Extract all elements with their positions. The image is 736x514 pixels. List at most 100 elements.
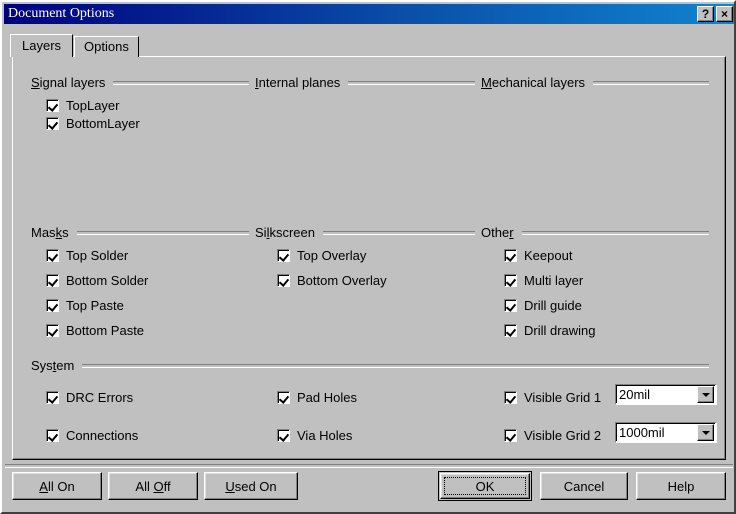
accel-used-on: U [225,479,234,494]
checkbox-label-connections: Connections [66,428,138,443]
group-rule-internal-planes [348,81,475,85]
group-header-system: System [31,359,709,373]
checkbox-pad-holes[interactable]: Pad Holes [277,390,357,405]
checkbox-box-bottom-paste[interactable] [46,324,59,337]
accel-mechanical-layers: M [481,75,492,90]
group-header-signal-layers: Signal layers [31,76,249,90]
tab-layers[interactable]: Layers [10,34,73,57]
checkbox-top-paste[interactable]: Top Paste [46,298,124,313]
title-bar[interactable]: Document Options ? × [4,4,736,24]
footer-separator [5,464,733,468]
checkbox-label-visible-grid-2: Visible Grid 2 [524,428,601,443]
checkbox-box-top-paste[interactable] [46,299,59,312]
checkbox-label-via-holes: Via Holes [297,428,352,443]
checkbox-box-toplayer[interactable] [46,99,59,112]
checkbox-box-visible-grid-2[interactable] [504,429,517,442]
checkbox-box-drill-drawing[interactable] [504,324,517,337]
checkbox-bottomlayer[interactable]: BottomLayer [46,116,140,131]
checkbox-box-bottom-solder[interactable] [46,274,59,287]
checkbox-drill-guide[interactable]: Drill guide [504,298,582,313]
checkbox-label-top-solder: Top Solder [66,248,128,263]
checkbox-box-top-overlay[interactable] [277,249,290,262]
checkbox-keepout[interactable]: Keepout [504,248,572,263]
visible-grid-2-combobox[interactable]: 1000mil [615,422,717,443]
group-rule-silkscreen [323,231,475,235]
group-label-system-pre: Sys [31,358,53,373]
checkbox-label-top-overlay: Top Overlay [297,248,366,263]
group-rule-signal-layers [113,81,249,85]
help-button[interactable]: Help [636,472,726,500]
checkbox-top-overlay[interactable]: Top Overlay [277,248,366,263]
checkbox-box-top-solder[interactable] [46,249,59,262]
checkbox-bottom-solder[interactable]: Bottom Solder [46,273,148,288]
group-label-silkscreen-pre: Si [255,225,267,240]
checkbox-drc-errors[interactable]: DRC Errors [46,390,133,405]
ok-button[interactable]: OK [438,471,532,501]
checkbox-box-pad-holes[interactable] [277,391,290,404]
group-rule-mechanical-layers [593,81,709,85]
focus-ring [444,477,526,495]
group-header-masks: Masks [31,226,249,240]
layers-tab-panel: Signal layers Internal planes Mechanical… [12,56,726,460]
group-rule-other [522,231,709,235]
accel-all-on: A [39,479,48,494]
chevron-down-icon [702,431,710,435]
all-on-button[interactable]: All On [12,472,102,500]
checkbox-label-drill-guide: Drill guide [524,298,582,313]
checkbox-label-visible-grid-1: Visible Grid 1 [524,390,601,405]
all-off-button[interactable]: All Off [108,472,198,500]
checkbox-via-holes[interactable]: Via Holes [277,428,352,443]
all-on-label: ll On [48,479,75,494]
checkbox-label-bottomlayer: BottomLayer [66,116,140,131]
visible-grid-1-dropdown-button[interactable] [697,386,714,403]
group-label-signal-layers: ignal layers [40,75,106,90]
accel-other: r [509,225,513,240]
group-label-system-post: em [56,358,74,373]
checkbox-box-visible-grid-1[interactable] [504,391,517,404]
tab-options[interactable]: Options [74,36,139,57]
checkbox-box-bottomlayer[interactable] [46,117,59,130]
checkbox-label-bottom-solder: Bottom Solder [66,273,148,288]
checkbox-label-multi-layer: Multi layer [524,273,583,288]
checkbox-label-bottom-overlay: Bottom Overlay [297,273,387,288]
visible-grid-1-combobox[interactable]: 20mil [615,384,717,405]
checkbox-box-bottom-overlay[interactable] [277,274,290,287]
checkbox-box-multi-layer[interactable] [504,274,517,287]
checkbox-visible-grid-1[interactable]: Visible Grid 1 [504,390,601,405]
accel-all-off: O [153,479,163,494]
checkbox-label-bottom-paste: Bottom Paste [66,323,144,338]
checkbox-label-toplayer: TopLayer [66,98,119,113]
checkbox-box-connections[interactable] [46,429,59,442]
group-label-masks-post: s [62,225,69,240]
checkbox-box-via-holes[interactable] [277,429,290,442]
checkbox-top-solder[interactable]: Top Solder [46,248,128,263]
accel-signal-layers: S [31,75,40,90]
checkbox-bottom-overlay[interactable]: Bottom Overlay [277,273,387,288]
group-rule-masks [77,231,249,235]
document-options-dialog: Document Options ? × Layers Options Sign… [0,0,736,514]
tab-strip: Layers Options [12,35,139,57]
close-icon-button[interactable]: × [716,6,733,22]
checkbox-box-drc-errors[interactable] [46,391,59,404]
checkbox-toplayer[interactable]: TopLayer [46,98,119,113]
checkbox-bottom-paste[interactable]: Bottom Paste [46,323,144,338]
used-on-button[interactable]: Used On [204,472,298,500]
title-bar-buttons: ? × [697,6,733,22]
visible-grid-1-value: 20mil [616,387,697,402]
cancel-button[interactable]: Cancel [540,472,628,500]
visible-grid-2-dropdown-button[interactable] [697,424,714,441]
group-header-internal-planes: Internal planes [255,76,475,90]
checkbox-multi-layer[interactable]: Multi layer [504,273,583,288]
checkbox-box-keepout[interactable] [504,249,517,262]
checkbox-box-drill-guide[interactable] [504,299,517,312]
cancel-label: Cancel [564,479,604,494]
checkbox-label-top-paste: Top Paste [66,298,124,313]
checkbox-label-drc-errors: DRC Errors [66,390,133,405]
checkbox-connections[interactable]: Connections [46,428,138,443]
chevron-down-icon [702,393,710,397]
group-label-internal-planes: nternal planes [259,75,341,90]
checkbox-visible-grid-2[interactable]: Visible Grid 2 [504,428,601,443]
help-icon-button[interactable]: ? [697,6,714,22]
help-label: Help [668,479,695,494]
checkbox-drill-drawing[interactable]: Drill drawing [504,323,596,338]
